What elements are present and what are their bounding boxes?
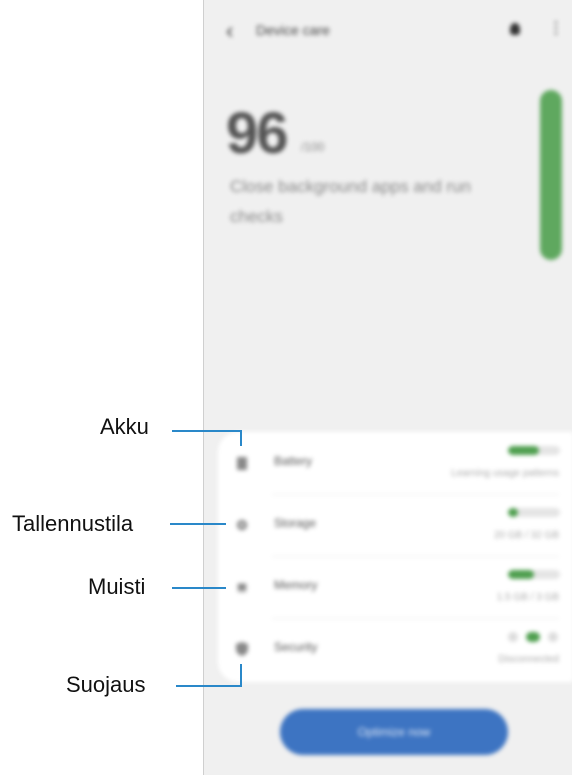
row-label: Memory (274, 578, 318, 592)
row-subtext: Learning usage patterns (451, 468, 559, 479)
tip-text: Close background apps and run checks (230, 177, 471, 226)
bar-fill (508, 570, 534, 579)
storage-level-bar (508, 508, 560, 517)
row-label: Battery (274, 454, 313, 468)
callout-line-security (176, 685, 242, 687)
callout-line-battery (172, 430, 242, 432)
callout-storage: Tallennustila (12, 511, 134, 536)
app-title: Device care (256, 22, 330, 38)
storage-row[interactable]: Storage 20 GB / 32 GB (218, 494, 572, 556)
more-options-icon[interactable]: ⋮ (548, 20, 564, 38)
callout-line-security-vertical (240, 664, 242, 687)
status-dot (548, 632, 558, 642)
bar-fill (508, 508, 519, 517)
battery-icon (237, 457, 247, 470)
callout-line-storage (170, 523, 226, 525)
callout-battery: Akku (100, 414, 149, 439)
row-label: Security (274, 640, 318, 654)
row-subtext: 1.5 GB / 3 GB (496, 592, 559, 603)
score-gauge (540, 90, 562, 260)
score-unit: /100 (301, 140, 325, 154)
status-dot-active (526, 632, 540, 642)
memory-level-bar (508, 570, 560, 579)
callout-memory: Muisti (88, 574, 146, 599)
row-label: Storage (274, 516, 317, 530)
callout-security: Suojaus (66, 672, 146, 697)
bulb-icon[interactable] (510, 23, 520, 35)
device-care-screen: ‹ Device care ⋮ 96 /100 Close background… (203, 0, 572, 775)
storage-icon (236, 519, 248, 531)
battery-row[interactable]: Battery Learning usage patterns (218, 432, 572, 494)
optimize-now-button[interactable]: Optimize now (280, 709, 508, 755)
app-bar: ‹ Device care ⋮ (204, 16, 572, 48)
status-dot (508, 632, 518, 642)
callout-line-memory (172, 587, 226, 589)
security-row[interactable]: Security Disconnected (218, 618, 572, 680)
memory-row[interactable]: Memory 1.5 GB / 3 GB (218, 556, 572, 618)
shield-icon (236, 642, 248, 656)
status-card: Battery Learning usage patterns Storage … (218, 432, 572, 682)
battery-level-bar (508, 446, 560, 455)
callout-line-battery-vertical (240, 430, 242, 446)
row-subtext: Disconnected (498, 654, 559, 665)
security-status-dots (508, 632, 568, 642)
row-subtext: 20 GB / 32 GB (493, 530, 559, 541)
device-score: 96 (226, 101, 288, 166)
back-arrow-icon[interactable]: ‹ (226, 18, 233, 44)
memory-icon (237, 583, 247, 593)
bar-fill (508, 446, 540, 455)
